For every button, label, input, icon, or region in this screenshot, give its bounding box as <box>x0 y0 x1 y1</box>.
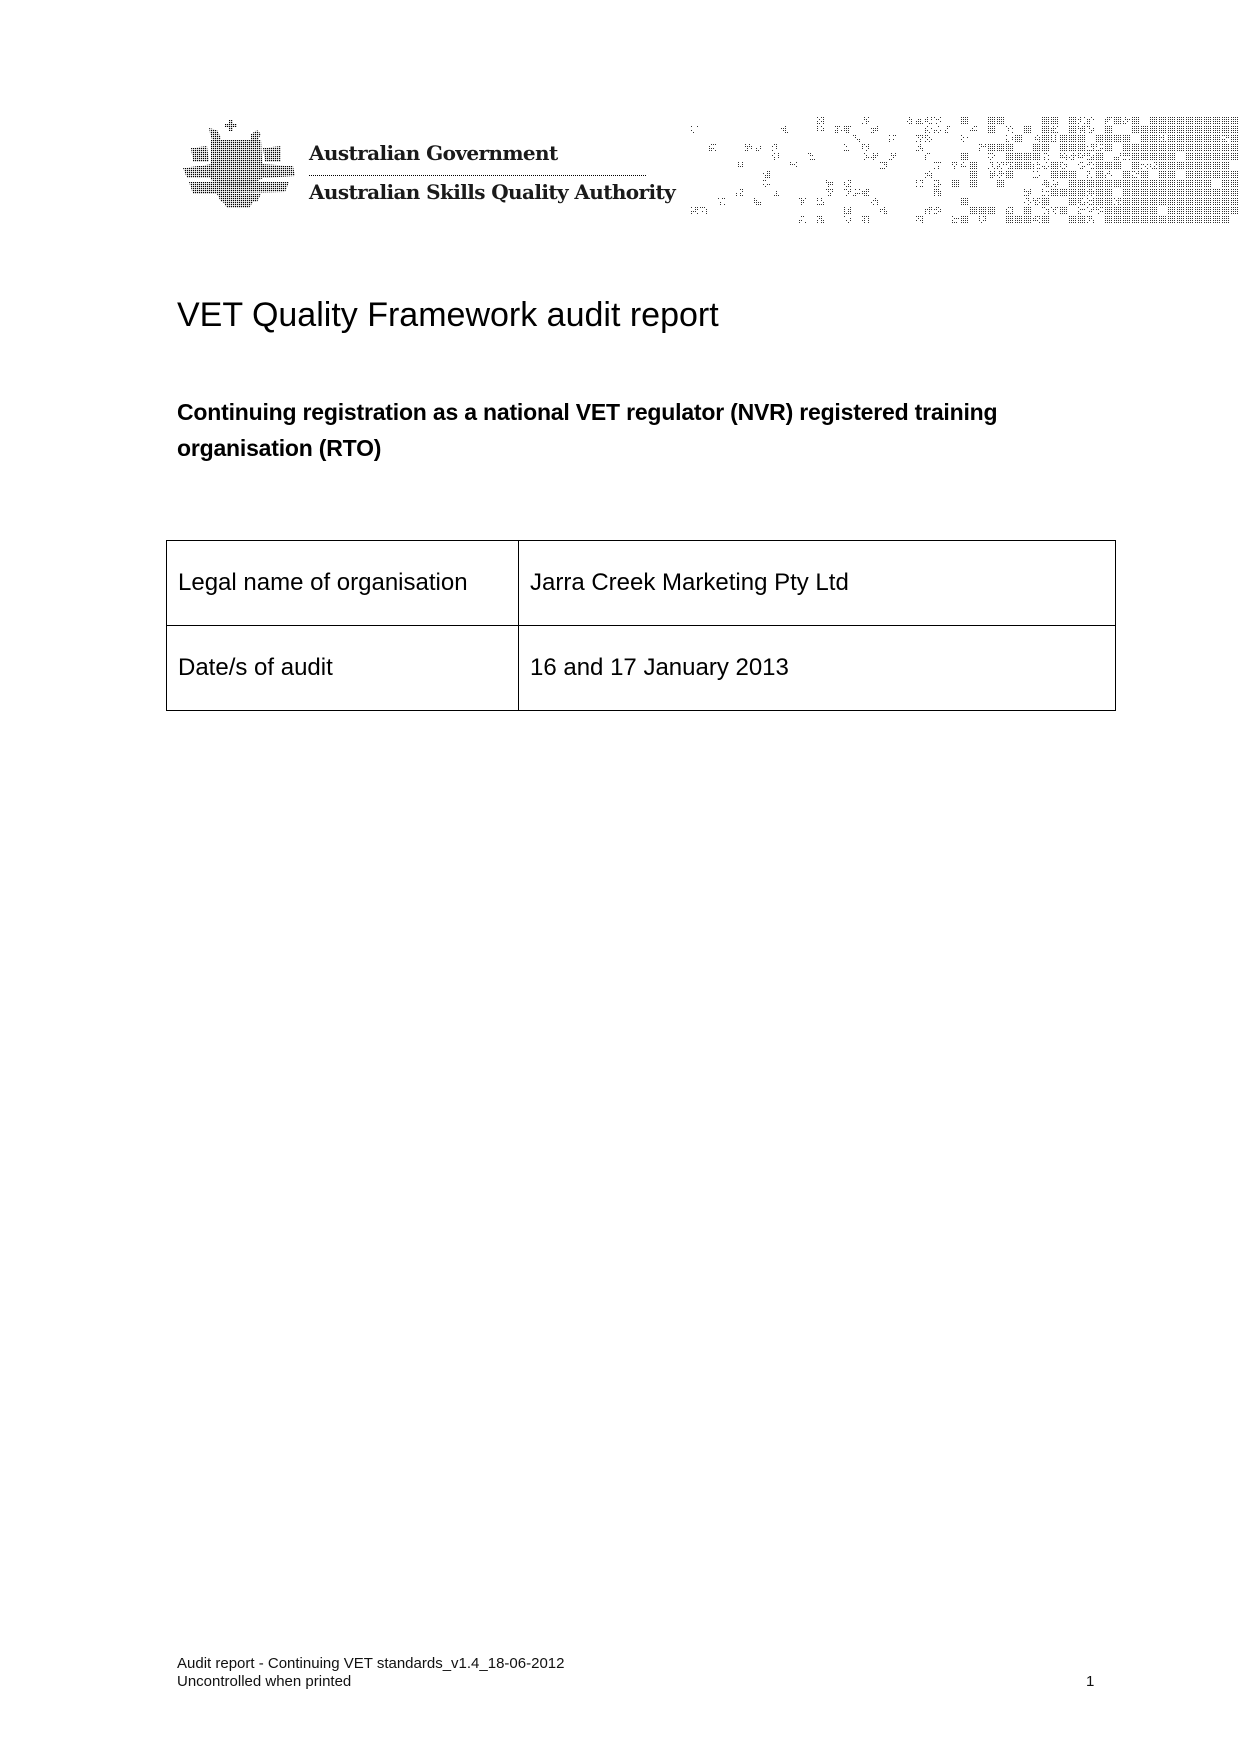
page-title: VET Quality Framework audit report <box>177 296 719 334</box>
coat-of-arms-icon <box>183 120 295 208</box>
table-row: Legal name of organisation Jarra Creek M… <box>166 540 1116 626</box>
legal-name-value: Jarra Creek Marketing Pty Ltd <box>518 540 1116 626</box>
audit-date-label: Date/s of audit <box>166 625 519 711</box>
legal-name-label: Legal name of organisation <box>166 540 519 626</box>
page-subtitle: Continuing registration as a national VE… <box>177 399 998 461</box>
footer-document-version: Audit report - Continuing VET standards_… <box>177 1655 565 1672</box>
footer-uncontrolled-notice: Uncontrolled when printed <box>177 1673 352 1690</box>
page-number: 1 <box>1086 1673 1095 1690</box>
logo-authority-text: Australian Skills Quality Authority <box>309 180 676 204</box>
logo-government-text: Australian Government <box>309 141 558 165</box>
table-row: Date/s of audit 16 and 17 January 2013 <box>166 625 1116 711</box>
organisation-info-table: Legal name of organisation Jarra Creek M… <box>166 540 1116 711</box>
dot-matrix-decoration <box>691 117 1238 223</box>
logo-divider <box>309 175 646 176</box>
audit-date-value: 16 and 17 January 2013 <box>518 625 1116 711</box>
